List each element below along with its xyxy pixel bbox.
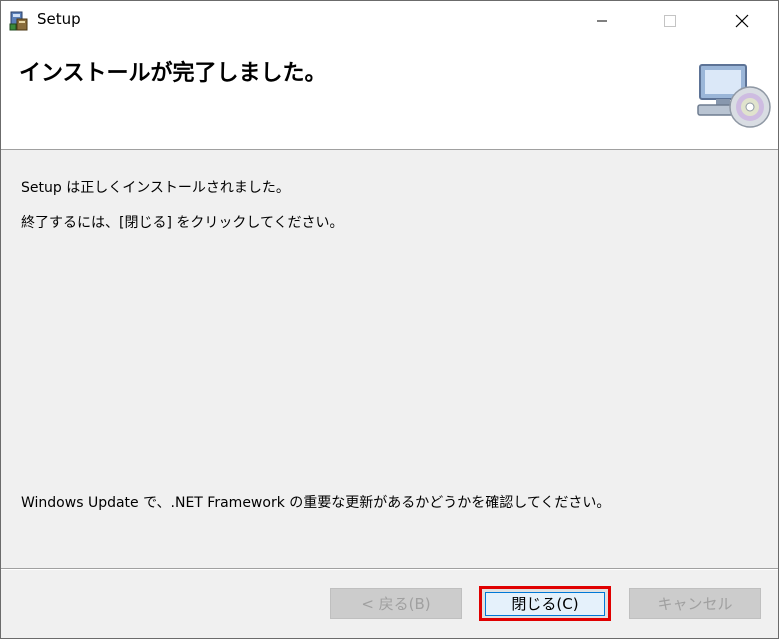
back-button: < 戻る(B) <box>330 588 462 619</box>
window-title: Setup <box>37 10 81 28</box>
close-instruction: 終了するには、[閉じる] をクリックしてください。 <box>21 215 344 231</box>
divider-highlight <box>1 569 778 570</box>
cancel-button-label: キャンセル <box>657 595 733 613</box>
back-button-label: < 戻る(B) <box>361 595 431 613</box>
windows-update-note: Windows Update で、.NET Framework の重要な更新があ… <box>21 495 611 511</box>
maximize-button <box>647 1 693 41</box>
computer-cd-icon <box>697 64 771 128</box>
close-button[interactable]: 閉じる(C) <box>479 586 611 621</box>
title-bar[interactable]: Setup <box>1 1 778 41</box>
close-button-focus: 閉じる(C) <box>485 591 605 616</box>
success-message: Setup は正しくインストールされました。 <box>21 180 290 196</box>
close-window-button[interactable] <box>719 1 765 41</box>
minimize-icon <box>597 20 607 22</box>
header-title: インストールが完了しました。 <box>19 61 327 86</box>
cancel-button: キャンセル <box>629 588 761 619</box>
setup-app-icon <box>9 11 28 31</box>
wizard-header: インストールが完了しました。 <box>1 41 778 150</box>
close-icon <box>735 14 749 28</box>
minimize-button[interactable] <box>579 1 625 41</box>
setup-window: Setup インストールが完了しました。 Setup は正しくインストールされま… <box>0 0 779 639</box>
maximize-icon <box>664 15 676 27</box>
close-button-label: 閉じる(C) <box>511 595 579 613</box>
